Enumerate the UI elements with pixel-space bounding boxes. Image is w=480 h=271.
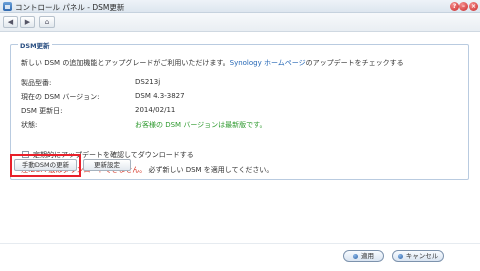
back-arrow-icon: ◀: [7, 18, 14, 26]
intro-text: 新しい DSM の追加機能とアップグレードがご利用いただけます。Synology…: [21, 58, 404, 68]
close-icon[interactable]: ×: [469, 2, 478, 11]
title-bar: コントロール パネル - DSM更新 ? – ×: [0, 0, 480, 13]
apply-label: 適用: [361, 252, 374, 260]
model-label: 製品型番:: [21, 79, 52, 87]
status-label: 状態:: [21, 121, 38, 129]
cancel-label: キャンセル: [405, 252, 439, 260]
back-button[interactable]: ◀: [3, 16, 18, 28]
apply-button[interactable]: 適用: [343, 250, 384, 262]
model-value: DS213j: [135, 78, 161, 86]
apply-bullet-icon: [353, 254, 358, 259]
intro-suffix: のアップデートをチェックする: [305, 59, 404, 67]
fieldset-legend: DSM更新: [18, 40, 52, 50]
cancel-bullet-icon: [397, 254, 403, 259]
home-icon: ⌂: [44, 18, 50, 26]
forward-arrow-icon: ▶: [24, 18, 31, 26]
minimize-icon[interactable]: –: [459, 2, 468, 11]
current-version-label: 現在の DSM バージョン:: [21, 93, 100, 101]
control-panel-icon: [3, 2, 12, 11]
help-icon[interactable]: ?: [450, 2, 459, 11]
note-instruction: 必ず新しい DSM を適用してください。: [148, 166, 274, 174]
window-title: コントロール パネル - DSM更新: [15, 3, 125, 12]
synology-homepage-link[interactable]: Synology ホームページ: [230, 59, 306, 67]
manual-dsm-update-button[interactable]: 手動DSMの更新: [14, 159, 77, 171]
forward-button[interactable]: ▶: [20, 16, 35, 28]
update-date-label: DSM 更新日:: [21, 107, 63, 115]
status-value: お客様の DSM バージョンは最新版です。: [135, 121, 267, 129]
update-settings-button[interactable]: 更新設定: [83, 159, 131, 171]
toolbar: ◀ ▶ ⌂: [0, 13, 480, 32]
update-date-value: 2014/02/11: [135, 106, 176, 114]
cancel-button[interactable]: キャンセル: [392, 250, 444, 262]
intro-prefix: 新しい DSM の追加機能とアップグレードがご利用いただけます。: [21, 59, 230, 67]
home-button[interactable]: ⌂: [39, 16, 55, 28]
current-version-value: DSM 4.3-3827: [135, 92, 185, 100]
footer-divider: [0, 243, 480, 244]
